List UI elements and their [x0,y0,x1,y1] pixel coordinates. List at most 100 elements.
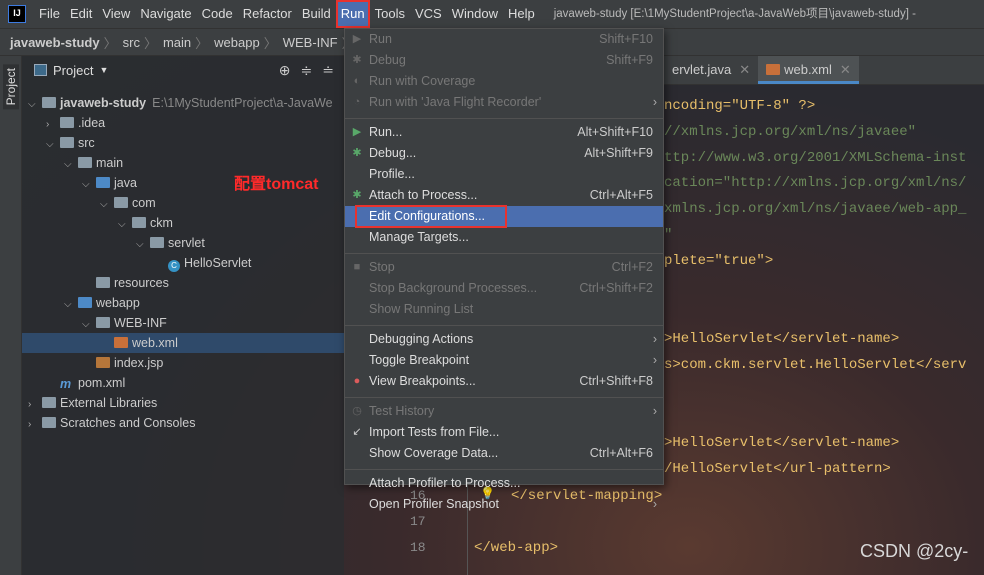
menu-tools[interactable]: Tools [370,0,410,28]
close-icon[interactable]: ✕ [840,62,851,77]
package-icon [132,217,146,228]
tree-item[interactable]: ⌵ javaweb-study E:\1MyStudentProject\a-Jav… [22,93,344,113]
project-view-selector[interactable]: Project [53,63,93,78]
menu-item-stop-background-processes[interactable]: Stop Background Processes... Ctrl+Shift+F… [345,278,663,299]
tree-item[interactable]: index.jsp [22,353,344,373]
breadcrumb-item[interactable]: WEB-INF [283,35,338,50]
breadcrumb-item[interactable]: main [163,35,191,50]
chevron-down-icon[interactable]: ⌵ [82,175,96,195]
tree-item-label: HelloServlet [184,256,252,270]
tree-item-path: E:\1MyStudentProject\a-JavaWe [152,96,333,110]
breadcrumb-item[interactable]: src [123,35,140,50]
tree-item[interactable]: › Scratches and Consoles [22,413,344,433]
tree-item[interactable]: ⌵ WEB-INF [22,313,344,333]
menu-item-debug[interactable]: ✱ Debug... Alt+Shift+F9 [345,143,663,164]
menu-window[interactable]: Window [447,0,503,28]
stop-icon: ■ [353,261,361,273]
menu-item-run[interactable]: ▶ Run... Alt+Shift+F10 [345,122,663,143]
tree-item[interactable]: ⌵ ckm [22,213,344,233]
menu-item-run-with-coverage[interactable]: ◐ Run with Coverage [345,71,663,92]
menu-item-label: Attach Profiler to Process... [369,476,521,490]
chevron-down-icon[interactable]: ⌵ [46,135,60,155]
chevron-down-icon[interactable]: ⌵ [100,195,114,215]
tree-item[interactable]: web.xml [22,333,344,353]
chevron-right-icon[interactable]: › [46,115,60,135]
menu-item-attach-to-process[interactable]: ✱ Attach to Process... Ctrl+Alt+F5 [345,185,663,206]
chevron-down-icon[interactable]: ⌵ [28,95,42,115]
menu-item-shortcut: Shift+F9 [606,53,653,67]
menu-file[interactable]: File [34,0,65,28]
menu-view[interactable]: View [97,0,135,28]
menu-vcs[interactable]: VCS [410,0,447,28]
menu-refactor[interactable]: Refactor [238,0,297,28]
menu-item-label: Show Coverage Data... [369,446,499,460]
chevron-down-icon[interactable]: ▼ [99,65,108,75]
watermark: CSDN @2cy- [860,541,969,561]
menu-item-view-breakpoints[interactable]: ● View Breakpoints... Ctrl+Shift+F8 [345,371,663,392]
tree-item[interactable]: › External Libraries [22,393,344,413]
menu-item-debugging-actions[interactable]: Debugging Actions › [345,329,663,350]
menu-item-test-history[interactable]: ◷ Test History › [345,401,663,422]
menu-bar: IJ File Edit View Navigate Code Refactor Build… [0,0,984,28]
tree-item[interactable]: ⌵ src [22,133,344,153]
expand-all-icon[interactable]: ≑ [301,62,313,79]
run-menu: ▶ Run Shift+F10 ✱ Debug Shift+F9 ◐ Run with Cov… [344,28,664,511]
menu-item-debug[interactable]: ✱ Debug Shift+F9 [345,50,663,71]
menu-item-label: Run [369,32,392,46]
tree-item[interactable]: ⌵ webapp [22,293,344,313]
tree-item[interactable]: C HelloServlet [22,253,344,273]
tree-item[interactable]: ⌵ servlet [22,233,344,253]
menu-item-shortcut: Alt+Shift+F9 [584,146,653,160]
menu-item-run[interactable]: ▶ Run Shift+F10 [345,29,663,50]
menu-item-profile[interactable]: Profile... [345,164,663,185]
bug-icon: ✱ [352,54,362,66]
tree-item-label: WEB-INF [114,316,167,330]
chevron-down-icon[interactable]: ⌵ [118,215,132,235]
menu-item-stop[interactable]: ■ Stop Ctrl+F2 [345,257,663,278]
tree-item[interactable]: › .idea [22,113,344,133]
menu-item-show-coverage-data[interactable]: Show Coverage Data... Ctrl+Alt+F6 [345,443,663,464]
menu-item-label: Test History [369,404,435,418]
breadcrumb-item[interactable]: javaweb-study [10,35,100,50]
chevron-down-icon[interactable]: ⌵ [64,295,78,315]
menu-code[interactable]: Code [197,0,238,28]
tree-item[interactable]: m pom.xml [22,373,344,393]
tree-item-label: com [132,196,156,210]
tree-item-label: src [78,136,95,150]
menu-item-shortcut: Ctrl+Alt+F6 [589,446,653,460]
chevron-down-icon[interactable]: ⌵ [82,315,96,335]
menu-run[interactable]: Run [335,0,370,28]
chevron-right-icon[interactable]: › [28,415,42,435]
collapse-all-icon[interactable]: ≐ [322,62,334,79]
menu-item-manage-targets[interactable]: Manage Targets... [345,227,663,248]
close-icon[interactable]: ✕ [739,62,750,77]
menu-item-import-tests-from-file[interactable]: ↙ Import Tests from File... [345,422,663,443]
menu-item-label: Debugging Actions [369,332,474,346]
menu-edit[interactable]: Edit [65,0,97,28]
menu-build[interactable]: Build [297,0,336,28]
menu-item-open-profiler-snapshot[interactable]: Open Profiler Snapshot › [345,494,663,515]
tab-web-xml[interactable]: web.xml ✕ [758,56,859,84]
menu-item-show-running-list[interactable]: Show Running List [345,299,663,320]
menu-item-toggle-breakpoint[interactable]: Toggle Breakpoint › [345,350,663,371]
menu-item-shortcut: Alt+Shift+F10 [577,125,653,139]
menu-item-attach-profiler-to-process[interactable]: Attach Profiler to Process... [345,473,663,494]
project-tool-button[interactable]: Project [3,64,19,110]
code-line: plete="true"> [664,253,774,269]
tree-item[interactable]: ⌵ com [22,193,344,213]
tab-helloservlet-java[interactable]: ervlet.java ✕ [664,56,758,84]
locate-icon[interactable]: ⊕ [279,62,291,79]
tree-item-label: ckm [150,216,173,230]
chevron-down-icon[interactable]: ⌵ [64,155,78,175]
breadcrumb-item[interactable]: webapp [214,35,260,50]
chevron-down-icon[interactable]: ⌵ [136,235,150,255]
tree-item[interactable]: resources [22,273,344,293]
menu-item-run-with-java-flight-recorder[interactable]: ◔ Run with 'Java Flight Recorder' › [345,92,663,113]
tree-item-label: javaweb-study [60,96,147,110]
menu-item-label: Import Tests from File... [369,425,500,439]
menu-navigate[interactable]: Navigate [135,0,196,28]
menu-help[interactable]: Help [503,0,540,28]
chevron-right-icon[interactable]: › [28,395,42,415]
menu-item-label: Run with Coverage [369,74,476,88]
menu-item-edit-configurations[interactable]: Edit Configurations... [345,205,663,228]
